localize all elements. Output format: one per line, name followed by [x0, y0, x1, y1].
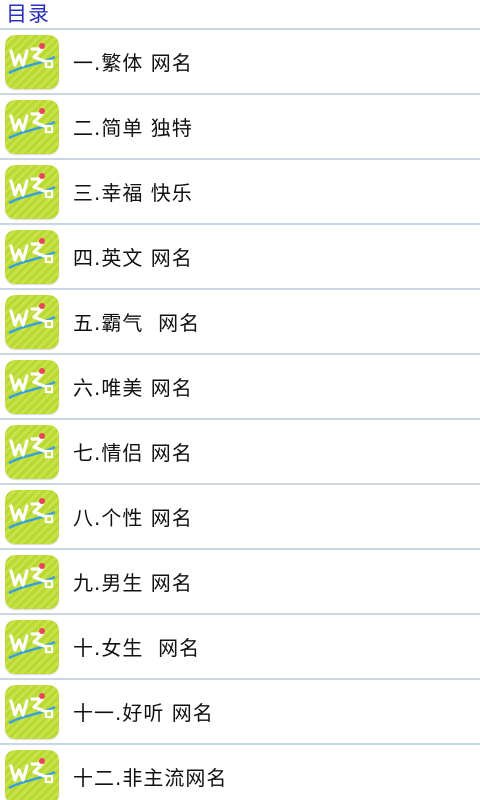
app-logo-icon	[5, 229, 59, 284]
app-logo-icon	[5, 619, 59, 674]
app-logo-icon	[5, 164, 59, 219]
list-item-label: 一.繁体 网名	[73, 51, 193, 75]
page-title: 目录	[6, 2, 50, 26]
list-item[interactable]: 十.女生 网名	[0, 615, 480, 680]
app-logo-icon	[5, 489, 59, 544]
list-item[interactable]: 十二.非主流网名	[0, 745, 480, 800]
list-item[interactable]: 七.情侣 网名	[0, 420, 480, 485]
catalog-list: 一.繁体 网名 二.简单 独特 三.幸福 快乐 四.英文 网名 五.霸气 网名 …	[0, 30, 480, 800]
list-item[interactable]: 三.幸福 快乐	[0, 160, 480, 225]
app-logo-icon	[5, 554, 59, 609]
list-item[interactable]: 九.男生 网名	[0, 550, 480, 615]
list-item[interactable]: 五.霸气 网名	[0, 290, 480, 355]
app-logo-icon	[5, 34, 59, 89]
list-item-label: 七.情侣 网名	[73, 441, 193, 465]
app-logo-icon	[5, 749, 59, 800]
list-item-label: 二.简单 独特	[73, 116, 193, 140]
app-screen: 目录 一.繁体 网名 二.简单 独特 三.幸福 快乐 四.英文 网名 五.霸气 …	[0, 0, 480, 800]
list-item[interactable]: 二.简单 独特	[0, 95, 480, 160]
list-item[interactable]: 一.繁体 网名	[0, 30, 480, 95]
list-item-label: 五.霸气 网名	[73, 311, 201, 335]
app-logo-icon	[5, 99, 59, 154]
list-item[interactable]: 四.英文 网名	[0, 225, 480, 290]
list-item-label: 十一.好听 网名	[73, 701, 214, 725]
list-item[interactable]: 六.唯美 网名	[0, 355, 480, 420]
list-item-label: 十二.非主流网名	[73, 766, 228, 790]
list-item-label: 八.个性 网名	[73, 506, 193, 530]
app-logo-icon	[5, 294, 59, 349]
app-logo-icon	[5, 424, 59, 479]
app-logo-icon	[5, 359, 59, 414]
header: 目录	[0, 0, 480, 30]
list-item-label: 三.幸福 快乐	[73, 181, 193, 205]
app-logo-icon	[5, 684, 59, 739]
list-item[interactable]: 十一.好听 网名	[0, 680, 480, 745]
list-item-label: 六.唯美 网名	[73, 376, 193, 400]
list-item[interactable]: 八.个性 网名	[0, 485, 480, 550]
list-item-label: 十.女生 网名	[73, 636, 201, 660]
list-item-label: 九.男生 网名	[73, 571, 193, 595]
list-item-label: 四.英文 网名	[73, 246, 193, 270]
